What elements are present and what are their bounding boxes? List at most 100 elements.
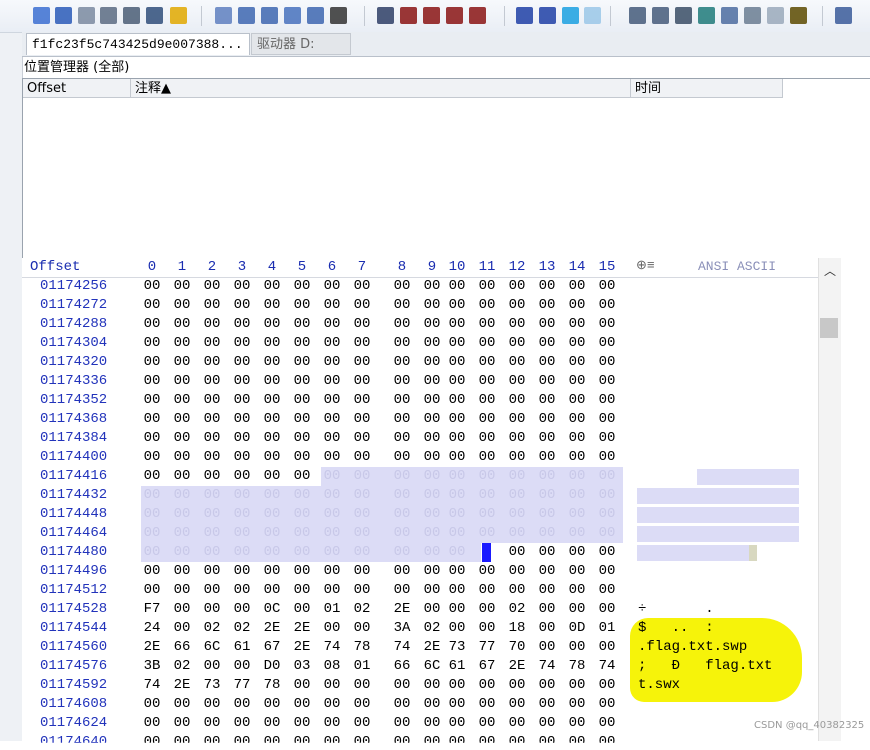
- hex-byte[interactable]: 00: [171, 487, 193, 503]
- hex-byte[interactable]: 00: [351, 411, 373, 427]
- hex-byte[interactable]: 00: [536, 696, 558, 712]
- hex-byte[interactable]: 00: [351, 696, 373, 712]
- hex-byte[interactable]: 00: [291, 487, 313, 503]
- hex-byte[interactable]: 00: [596, 411, 618, 427]
- hex-byte[interactable]: 00: [201, 696, 223, 712]
- hex-byte[interactable]: 00: [421, 392, 443, 408]
- hex-byte[interactable]: 00: [476, 582, 498, 598]
- hex-byte[interactable]: 00: [421, 316, 443, 332]
- hex-byte[interactable]: 00: [321, 316, 343, 332]
- hex-byte[interactable]: 00: [351, 525, 373, 541]
- hex-byte[interactable]: 00: [231, 335, 253, 351]
- hex-byte[interactable]: 00: [506, 525, 528, 541]
- hex-byte[interactable]: 00: [261, 430, 283, 446]
- hex-byte[interactable]: 00: [391, 487, 413, 503]
- hex-byte[interactable]: 00: [291, 468, 313, 484]
- hex-byte[interactable]: 00: [446, 335, 468, 351]
- hex-byte[interactable]: 02: [201, 620, 223, 636]
- hex-byte[interactable]: 00: [171, 620, 193, 636]
- hex-byte[interactable]: 00: [231, 373, 253, 389]
- hex-byte[interactable]: 00: [476, 335, 498, 351]
- hex-byte[interactable]: 00: [141, 487, 163, 503]
- vertical-scrollbar[interactable]: ︿: [818, 258, 841, 741]
- hex-byte[interactable]: 00: [391, 734, 413, 743]
- hex-byte[interactable]: 00: [536, 582, 558, 598]
- hex-byte[interactable]: 00: [201, 392, 223, 408]
- hex-byte[interactable]: 00: [566, 373, 588, 389]
- hex-byte[interactable]: 18: [506, 620, 528, 636]
- hex-byte[interactable]: 00: [261, 525, 283, 541]
- hex-byte[interactable]: 00: [566, 544, 588, 560]
- hex-byte[interactable]: 00: [171, 373, 193, 389]
- hex-byte[interactable]: 00: [201, 506, 223, 522]
- hex-byte[interactable]: 00: [291, 601, 313, 617]
- hex-byte[interactable]: 00: [421, 601, 443, 617]
- hex-byte[interactable]: 00: [446, 430, 468, 446]
- hex-byte[interactable]: 00: [391, 335, 413, 351]
- hex-byte[interactable]: 00: [476, 411, 498, 427]
- hex-byte[interactable]: 00: [201, 525, 223, 541]
- hex-byte[interactable]: 00: [171, 715, 193, 731]
- hex-byte[interactable]: 00: [291, 525, 313, 541]
- hex-byte[interactable]: 00: [596, 544, 618, 560]
- hex-byte[interactable]: 00: [446, 563, 468, 579]
- hex-byte[interactable]: 00: [536, 373, 558, 389]
- hex-byte[interactable]: 00: [391, 544, 413, 560]
- hex-byte[interactable]: 00: [596, 715, 618, 731]
- hex-byte[interactable]: 00: [201, 563, 223, 579]
- hex-byte[interactable]: 00: [231, 734, 253, 743]
- hex-byte[interactable]: 00: [261, 278, 283, 294]
- hex-byte[interactable]: 00: [141, 715, 163, 731]
- hex-byte[interactable]: 00: [141, 373, 163, 389]
- ascii-text[interactable]: .flag.txt.swp: [638, 639, 747, 655]
- hex-byte[interactable]: 00: [231, 468, 253, 484]
- hex-byte[interactable]: 00: [231, 658, 253, 674]
- hex-byte[interactable]: 78: [261, 677, 283, 693]
- hex-byte[interactable]: 00: [261, 297, 283, 313]
- hex-byte[interactable]: 00: [446, 487, 468, 503]
- hex-byte[interactable]: 6C: [421, 658, 443, 674]
- hex-byte[interactable]: 00: [141, 696, 163, 712]
- hex-byte[interactable]: 00: [141, 278, 163, 294]
- hex-byte[interactable]: 00: [421, 354, 443, 370]
- hex-byte[interactable]: 00: [201, 411, 223, 427]
- hex-byte[interactable]: 00: [321, 487, 343, 503]
- hex-byte[interactable]: 6C: [201, 639, 223, 655]
- hex-byte[interactable]: 00: [596, 354, 618, 370]
- hex-byte[interactable]: 00: [321, 373, 343, 389]
- hex-byte[interactable]: 00: [536, 278, 558, 294]
- hex-byte[interactable]: 00: [596, 335, 618, 351]
- hex-byte[interactable]: 2E: [141, 639, 163, 655]
- hex-byte[interactable]: 00: [351, 354, 373, 370]
- hex-byte[interactable]: 00: [231, 278, 253, 294]
- hex-byte[interactable]: 00: [506, 468, 528, 484]
- hex-byte[interactable]: 00: [141, 525, 163, 541]
- hex-byte[interactable]: 00: [506, 316, 528, 332]
- hex-byte[interactable]: 00: [446, 316, 468, 332]
- hex-byte[interactable]: 00: [171, 278, 193, 294]
- hex-byte[interactable]: 00: [506, 715, 528, 731]
- hex-byte[interactable]: 00: [566, 487, 588, 503]
- hex-byte[interactable]: 00: [536, 544, 558, 560]
- hex-byte[interactable]: 2E: [391, 601, 413, 617]
- scroll-up-arrow-icon[interactable]: ︿: [824, 262, 836, 279]
- hex-byte[interactable]: 00: [596, 506, 618, 522]
- hex-byte[interactable]: 00: [201, 582, 223, 598]
- hex-byte[interactable]: 00: [351, 316, 373, 332]
- hex-byte[interactable]: 00: [476, 620, 498, 636]
- hex-byte[interactable]: 00: [536, 487, 558, 503]
- hex-byte[interactable]: 02: [351, 601, 373, 617]
- hex-byte[interactable]: 00: [261, 373, 283, 389]
- hex-byte[interactable]: 73: [446, 639, 468, 655]
- hex-byte[interactable]: 00: [446, 506, 468, 522]
- hex-byte[interactable]: 74: [596, 658, 618, 674]
- hex-byte[interactable]: 00: [596, 601, 618, 617]
- hex-byte[interactable]: 00: [421, 544, 443, 560]
- hex-byte[interactable]: 00: [446, 278, 468, 294]
- hex-byte[interactable]: 00: [476, 392, 498, 408]
- hex-byte[interactable]: 00: [351, 582, 373, 598]
- hex-byte[interactable]: 00: [421, 677, 443, 693]
- hex-byte[interactable]: 00: [291, 316, 313, 332]
- hex-byte[interactable]: 00: [476, 297, 498, 313]
- hex-byte[interactable]: 00: [391, 563, 413, 579]
